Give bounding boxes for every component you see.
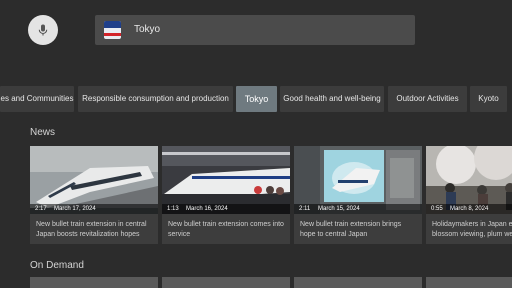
duration-label: 2:17 <box>35 206 47 212</box>
news-meta: 0:55 March 8, 2024 <box>426 204 512 214</box>
microphone-icon <box>38 24 48 36</box>
voice-search-button[interactable] <box>28 15 58 45</box>
news-meta: 2:17 March 17, 2024 <box>30 204 158 214</box>
search-query[interactable]: Tokyo <box>134 15 160 45</box>
news-card[interactable]: 2:11 March 15, 2024 New bullet train ext… <box>294 146 422 244</box>
duration-label: 2:11 <box>299 206 311 212</box>
on-demand-card[interactable] <box>30 277 158 288</box>
news-title: Holidaymakers in Japan enjoy early bloss… <box>432 221 512 238</box>
topic-chip[interactable]: Outdoor Activities <box>388 86 467 112</box>
on-demand-card[interactable] <box>426 277 512 288</box>
news-meta: 1:13 March 16, 2024 <box>162 204 290 214</box>
date-label: March 8, 2024 <box>450 206 489 212</box>
on-demand-card[interactable] <box>294 277 422 288</box>
search-bar[interactable]: Tokyo <box>95 15 415 45</box>
duration-label: 1:13 <box>167 206 179 212</box>
date-label: March 16, 2024 <box>186 206 228 212</box>
duration-label: 0:55 <box>431 206 443 212</box>
news-section-title: News <box>30 127 56 138</box>
topic-chip[interactable]: Kyoto <box>470 86 507 112</box>
topic-chip-selected[interactable]: Tokyo <box>236 86 277 112</box>
news-meta: 2:11 March 15, 2024 <box>294 204 422 214</box>
news-card[interactable]: 1:13 March 16, 2024 New bullet train ext… <box>162 146 290 244</box>
on-demand-card[interactable] <box>162 277 290 288</box>
date-label: March 17, 2024 <box>54 206 96 212</box>
news-title: New bullet train extension comes into se… <box>168 221 284 238</box>
date-label: March 15, 2024 <box>318 206 360 212</box>
news-card[interactable]: 0:55 March 8, 2024 Holidaymakers in Japa… <box>426 146 512 244</box>
news-title: New bullet train extension brings hope t… <box>300 221 402 238</box>
topic-chip[interactable]: Good health and well-being <box>280 86 384 112</box>
topic-chip[interactable]: es and Communities <box>0 86 74 112</box>
topic-chip-row: es and Communities Responsible consumpti… <box>0 86 512 112</box>
on-demand-section-title: On Demand <box>30 260 84 271</box>
app-logo-icon <box>104 21 121 39</box>
topic-chip[interactable]: Responsible consumption and production <box>78 86 233 112</box>
tv-search-screen: Tokyo es and Communities Responsible con… <box>0 0 512 288</box>
news-title: New bullet train extension in central Ja… <box>36 221 147 238</box>
news-card[interactable]: 2:17 March 17, 2024 New bullet train ext… <box>30 146 158 244</box>
